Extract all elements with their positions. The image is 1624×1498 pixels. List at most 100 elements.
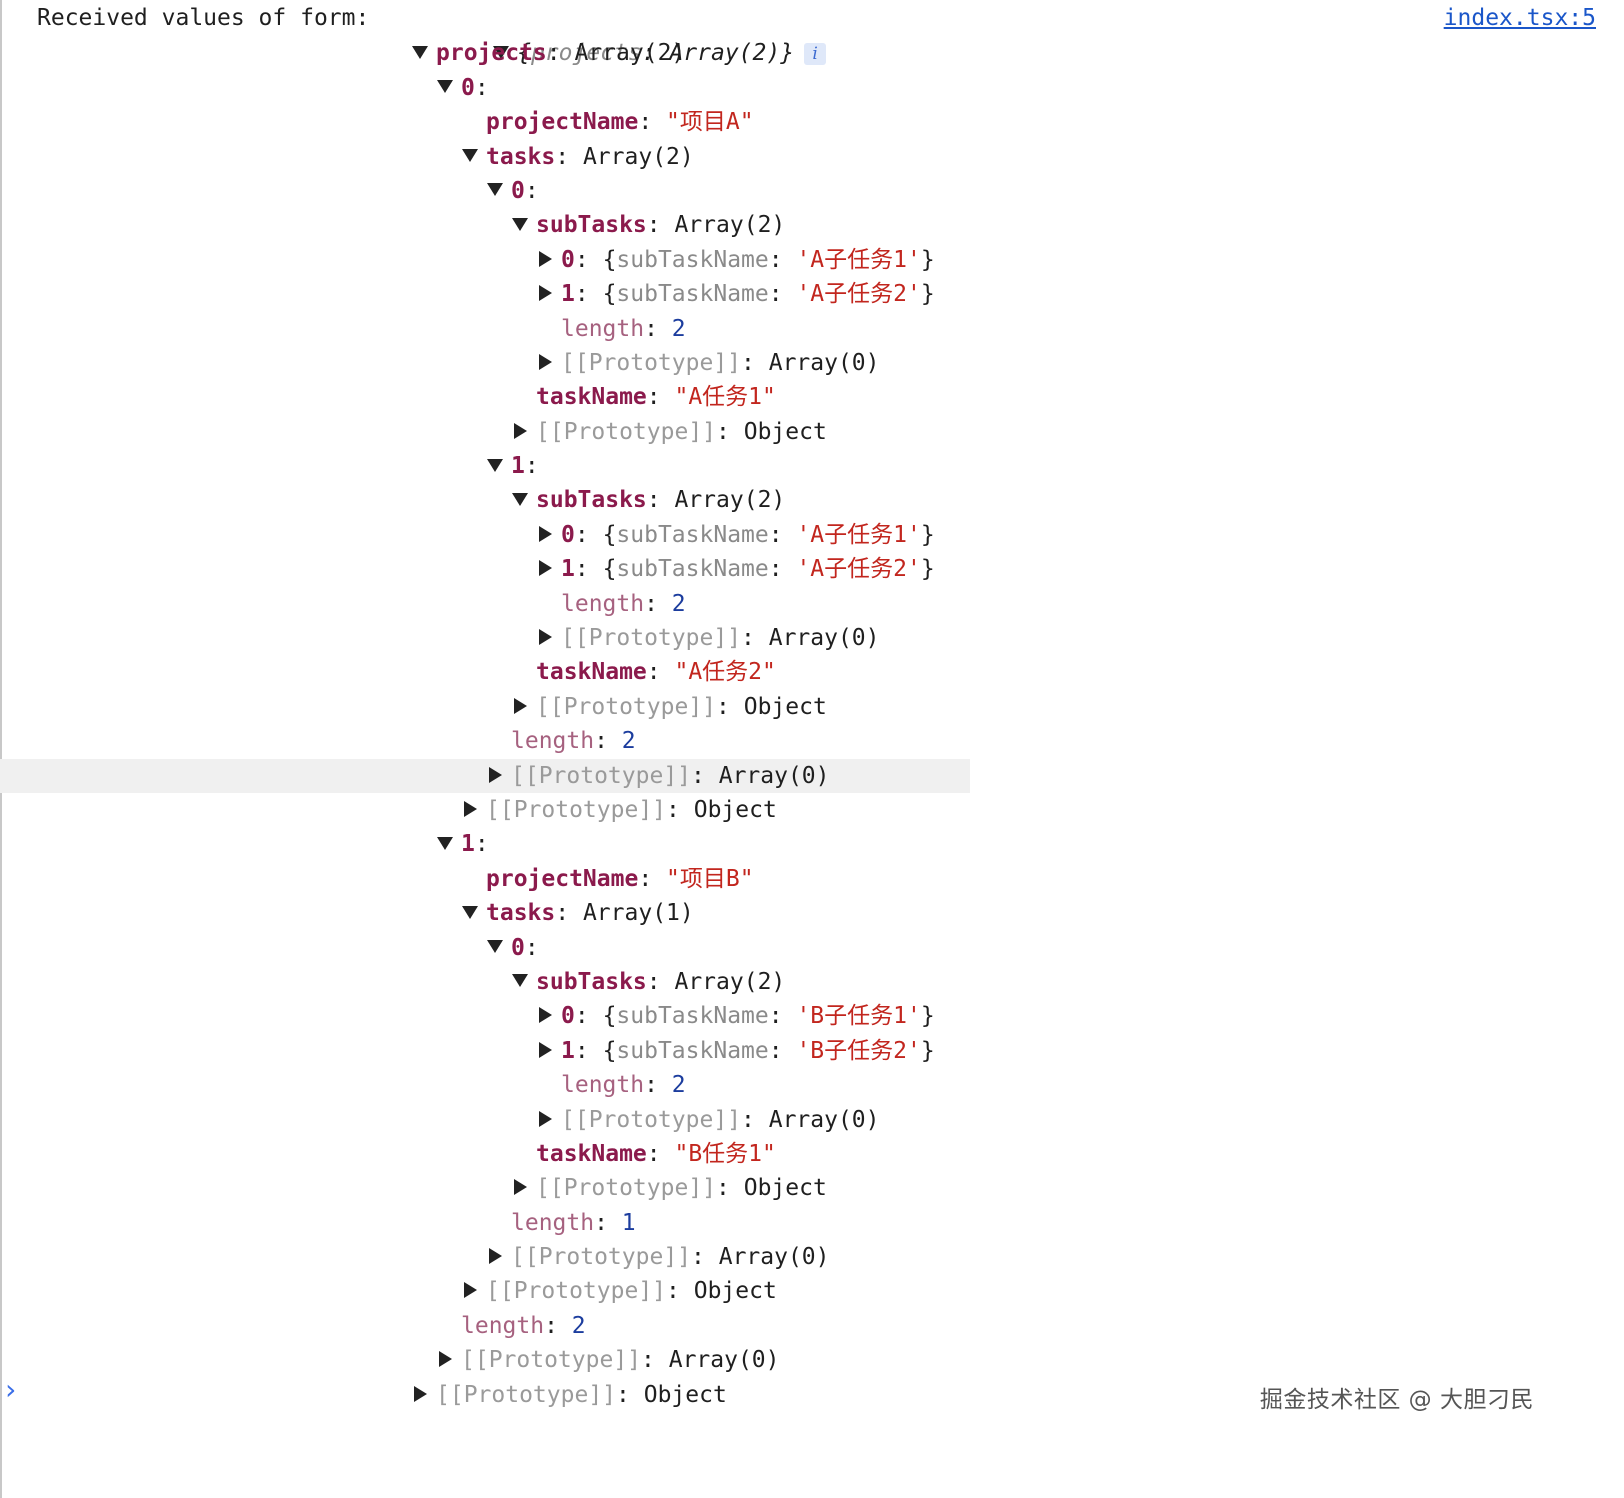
expand-triangle-icon[interactable] — [539, 525, 552, 542]
object-preview-colon: : — [768, 556, 797, 583]
property-key: taskName — [536, 659, 647, 686]
tree-row[interactable]: 1: — [0, 449, 1624, 483]
tree-row[interactable]: 1: {subTaskName: 'B子任务2'} — [0, 1034, 1624, 1068]
property-value: Object — [693, 796, 777, 823]
property-key: 0 — [511, 177, 525, 204]
console-prompt-icon[interactable]: › — [2, 1376, 19, 1404]
tree-row[interactable]: 0: — [0, 71, 1624, 105]
object-preview-value: 'A子任务2' — [796, 556, 921, 583]
expand-triangle-icon[interactable] — [439, 1351, 452, 1368]
expand-triangle-icon[interactable] — [539, 629, 552, 646]
object-preview-key: subTaskName — [616, 1037, 769, 1064]
tree-row[interactable]: tasks: Array(2) — [0, 140, 1624, 174]
property-value: Array(2) — [574, 40, 686, 67]
property-separator: : — [474, 74, 489, 101]
tree-row[interactable]: 1: {subTaskName: 'A子任务2'} — [0, 277, 1624, 311]
tree-row[interactable]: subTasks: Array(2) — [0, 208, 1624, 242]
property-separator: : — [544, 1312, 572, 1339]
tree-row[interactable]: 1: — [0, 827, 1624, 861]
property-separator: : — [524, 453, 539, 480]
collapse-triangle-icon[interactable] — [437, 80, 453, 94]
property-separator: : — [666, 796, 694, 823]
property-key: 1 — [561, 1037, 575, 1064]
property-value: Object — [643, 1381, 727, 1408]
expand-triangle-icon[interactable] — [514, 1179, 527, 1196]
expand-triangle-icon[interactable] — [464, 1282, 477, 1299]
property-separator: : — [741, 349, 769, 376]
expand-triangle-icon[interactable] — [539, 250, 552, 267]
tree-row[interactable]: [[Prototype]]: Object — [0, 793, 1624, 827]
tree-row[interactable]: [[Prototype]]: Object — [0, 1274, 1624, 1308]
expand-triangle-icon[interactable] — [539, 560, 552, 577]
tree-row[interactable]: projects: Array(2) — [0, 36, 1624, 70]
tree-row[interactable]: subTasks: Array(2) — [0, 483, 1624, 517]
expand-triangle-icon[interactable] — [539, 285, 552, 302]
expand-triangle-icon[interactable] — [514, 697, 527, 714]
property-key: 1 — [561, 281, 575, 308]
property-separator: : — [691, 762, 719, 789]
property-separator: : — [574, 1037, 603, 1064]
property-separator: : — [594, 728, 622, 755]
tree-row: projectName: "项目B" — [0, 862, 1624, 896]
property-separator: : — [644, 1072, 672, 1099]
expand-triangle-icon[interactable] — [514, 422, 527, 439]
collapse-triangle-icon[interactable] — [412, 45, 428, 59]
tree-row[interactable]: [[Prototype]]: Array(0) — [0, 346, 1624, 380]
expand-triangle-icon[interactable] — [539, 1110, 552, 1127]
expand-triangle-icon[interactable] — [414, 1385, 427, 1402]
collapse-triangle-icon[interactable] — [487, 458, 503, 472]
tree-row[interactable]: [[Prototype]]: Object — [0, 690, 1624, 724]
tree-row[interactable]: 0: {subTaskName: 'A子任务1'} — [0, 243, 1624, 277]
collapse-triangle-icon[interactable] — [512, 217, 528, 231]
property-key: [[Prototype]] — [536, 693, 717, 720]
property-key: [[Prototype]] — [536, 1175, 717, 1202]
tree-row[interactable]: 0: — [0, 174, 1624, 208]
collapse-triangle-icon[interactable] — [462, 149, 478, 163]
object-preview-colon: : — [768, 246, 797, 273]
tree-row[interactable]: 0: — [0, 931, 1624, 965]
object-preview-value: 'B子任务2' — [796, 1037, 921, 1064]
collapse-triangle-icon[interactable] — [462, 905, 478, 919]
tree-row[interactable]: subTasks: Array(2) — [0, 965, 1624, 999]
collapse-triangle-icon[interactable] — [437, 836, 453, 850]
object-preview-key: subTaskName — [616, 556, 769, 583]
tree-row[interactable]: 0: {subTaskName: 'B子任务1'} — [0, 999, 1624, 1033]
tree-row[interactable]: [[Prototype]]: Array(0) — [0, 1103, 1624, 1137]
object-close-brace: } — [920, 556, 935, 583]
property-key: length — [511, 728, 595, 755]
expand-triangle-icon[interactable] — [489, 1248, 502, 1265]
property-key: 1 — [511, 453, 525, 480]
property-separator: : — [646, 1140, 675, 1167]
property-value: Array(0) — [768, 625, 880, 652]
property-value: Object — [743, 1175, 827, 1202]
tree-row[interactable]: [[Prototype]]: Array(0) — [0, 758, 970, 793]
tree-row[interactable]: [[Prototype]]: Array(0) — [0, 1343, 1624, 1377]
collapse-triangle-icon[interactable] — [512, 974, 528, 988]
expand-triangle-icon[interactable] — [539, 353, 552, 370]
tree-row: length: 2 — [0, 587, 1624, 621]
property-value: Array(0) — [718, 1244, 830, 1271]
expand-triangle-icon[interactable] — [539, 1041, 552, 1058]
collapse-triangle-icon[interactable] — [487, 940, 503, 954]
object-preview-value: 'A子任务2' — [796, 281, 921, 308]
expand-triangle-icon[interactable] — [489, 766, 502, 783]
tree-row[interactable]: 1: {subTaskName: 'A子任务2'} — [0, 552, 1624, 586]
property-key: 0 — [561, 1003, 575, 1030]
collapse-triangle-icon[interactable] — [512, 492, 528, 506]
property-key: subTasks — [536, 487, 647, 514]
tree-row[interactable]: [[Prototype]]: Array(0) — [0, 621, 1624, 655]
property-value: 2 — [671, 1072, 686, 1099]
property-separator: : — [644, 315, 672, 342]
tree-row[interactable]: 0: {subTaskName: 'A子任务1'} — [0, 518, 1624, 552]
expand-triangle-icon[interactable] — [464, 800, 477, 817]
tree-row[interactable]: tasks: Array(1) — [0, 896, 1624, 930]
tree-row[interactable]: [[Prototype]]: Object — [0, 1171, 1624, 1205]
tree-root-preview[interactable]: {projects: Array(2)} i — [0, 2, 1624, 66]
tree-row[interactable]: [[Prototype]]: Array(0) — [0, 1240, 1624, 1274]
property-key: tasks — [486, 143, 556, 170]
collapse-triangle-icon[interactable] — [487, 183, 503, 197]
tree-row[interactable]: [[Prototype]]: Object — [0, 415, 1624, 449]
property-value: Array(2) — [582, 143, 694, 170]
expand-triangle-icon[interactable] — [539, 1007, 552, 1024]
object-close-brace: } — [920, 1003, 935, 1030]
